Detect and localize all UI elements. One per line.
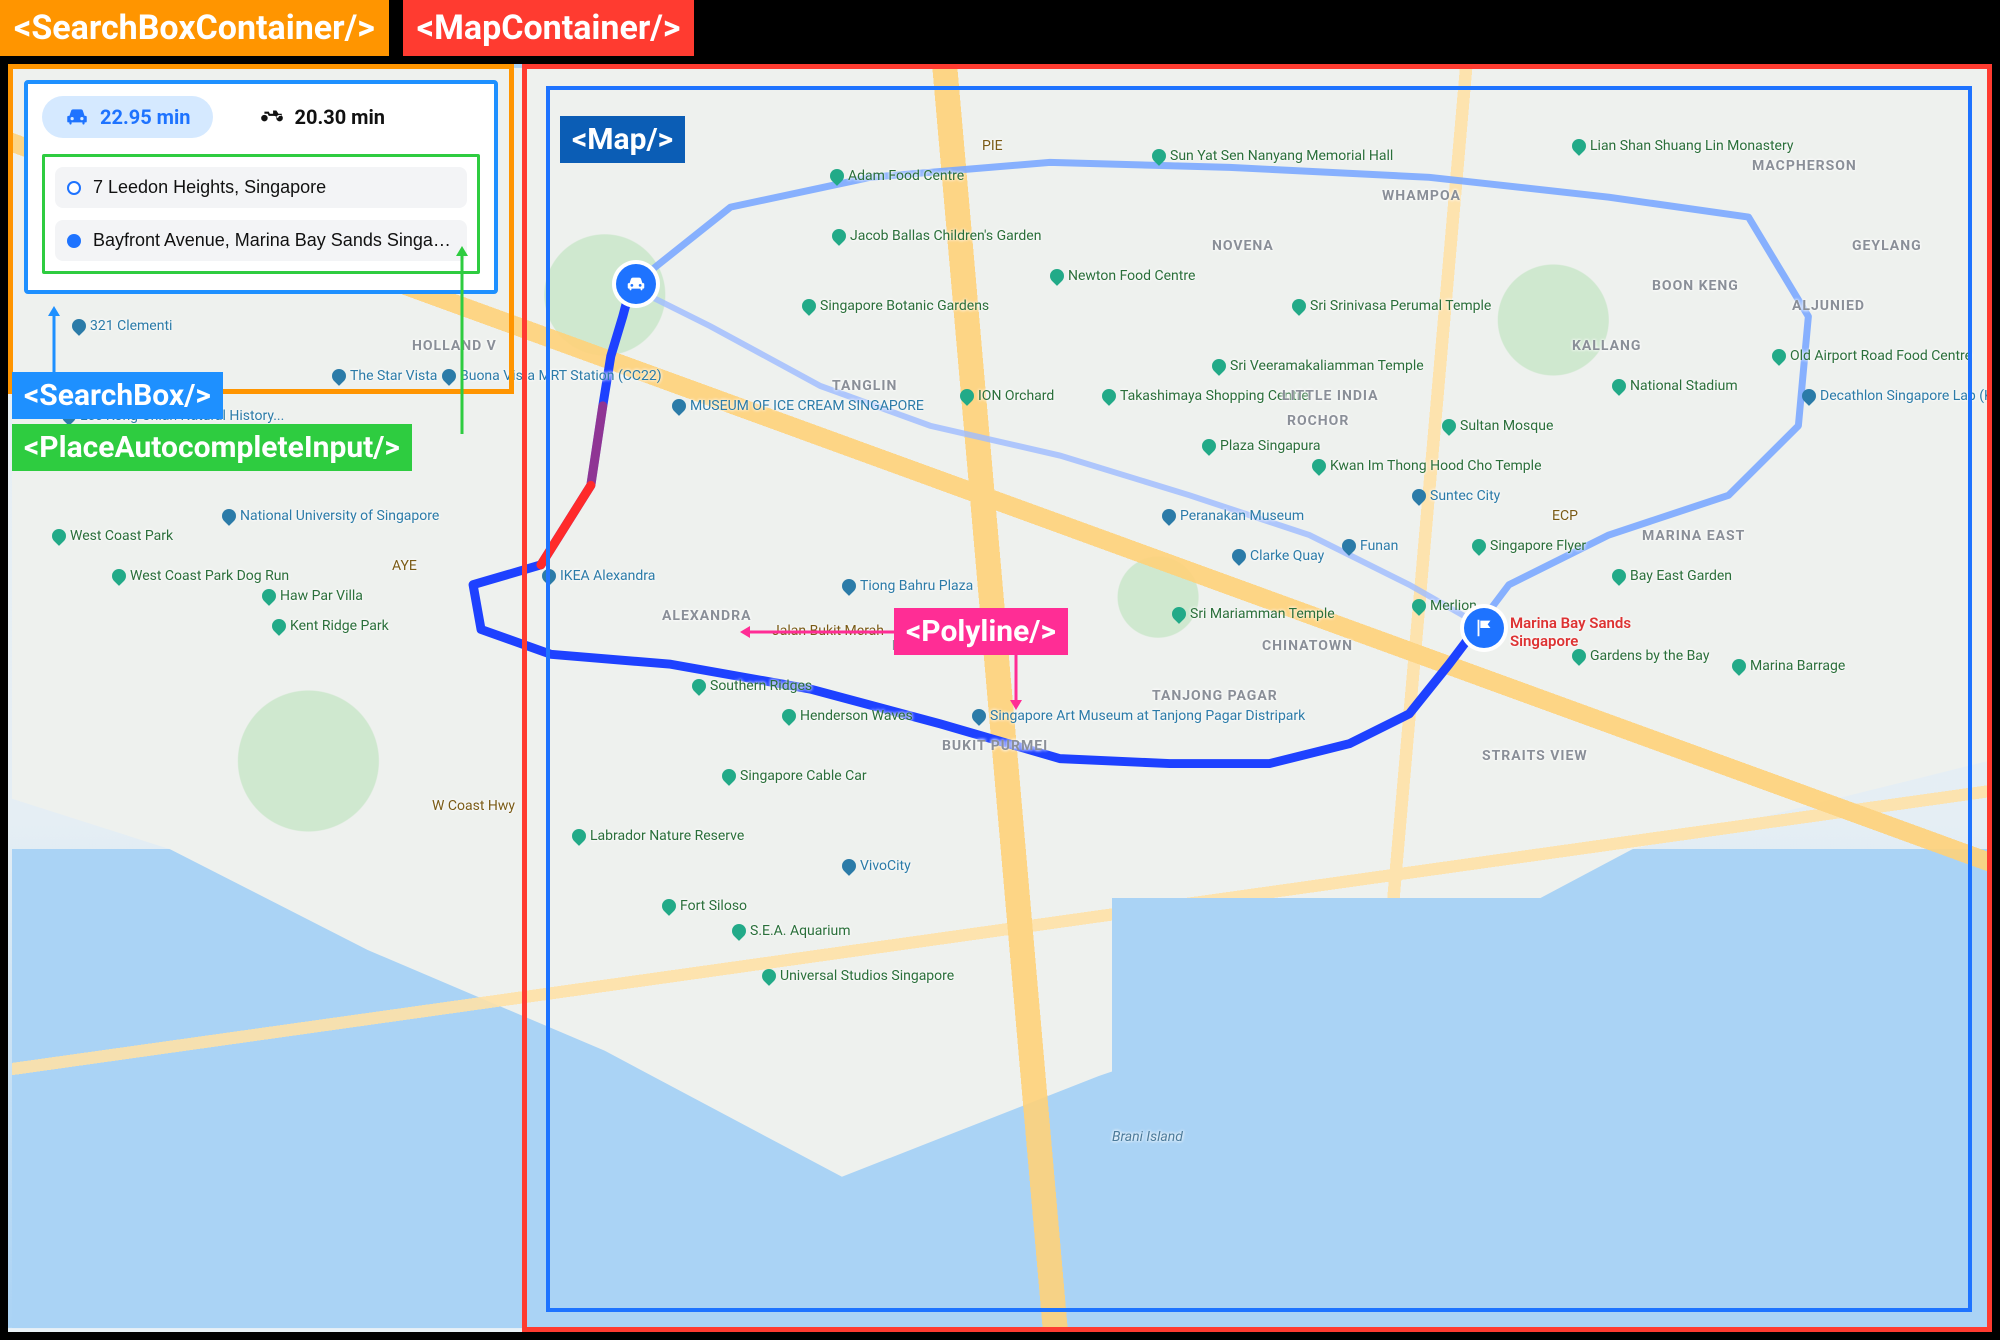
poi-southern-ridges[interactable]: Southern Ridges (692, 678, 812, 694)
district-geylang: GEYLANG (1852, 238, 1922, 254)
district-novena: NOVENA (1212, 238, 1274, 254)
label-searchbox: <SearchBox/> (12, 372, 223, 419)
destination-label: Marina Bay Sands Singapore (1510, 614, 1690, 650)
poi-jacob-ballas[interactable]: Jacob Ballas Children's Garden (832, 228, 1041, 244)
origin-row[interactable] (55, 167, 467, 208)
poi-plaza-sing[interactable]: Plaza Singapura (1202, 438, 1320, 454)
poi-peranakan[interactable]: Peranakan Museum (1162, 508, 1304, 524)
poi-nus[interactable]: National University of Singapore (222, 508, 439, 524)
label-map: <Map/> (560, 116, 685, 163)
label-polyline: <Polyline/> (894, 608, 1068, 655)
poi-sri-mariamman[interactable]: Sri Mariamman Temple (1172, 606, 1335, 622)
poi-brani: Brani Island (1112, 898, 1988, 1332)
poi-bay-east[interactable]: Bay East Garden (1612, 568, 1732, 584)
poi-old-airport[interactable]: Old Airport Road Food Centre (1772, 348, 1972, 364)
poi-west-coast-dog[interactable]: West Coast Park Dog Run (112, 568, 289, 584)
searchbox: 22.95 min 20.30 min (24, 80, 498, 294)
district-macpherson: MACPHERSON (1752, 158, 1857, 174)
district-chinatown: CHINATOWN (1262, 638, 1353, 654)
poi-star-vista[interactable]: The Star Vista (332, 368, 437, 384)
poi-veerama[interactable]: Sri Veeramakaliamman Temple (1212, 358, 1424, 374)
poi-fort-siloso[interactable]: Fort Siloso (662, 898, 747, 914)
district-bukit-purmei: BUKIT PURMEI (942, 738, 1048, 754)
origin-marker[interactable] (616, 264, 656, 304)
district-tanjong-pagar: TANJONG PAGAR (1152, 688, 1278, 704)
district-little-india: LITTLE INDIA (1282, 388, 1379, 404)
origin-dot-icon (67, 181, 81, 195)
poi-newton[interactable]: Newton Food Centre (1050, 268, 1195, 284)
motorcycle-icon (259, 104, 285, 130)
road-aye: AYE (392, 558, 417, 574)
place-autocomplete-group (42, 154, 480, 274)
poi-national-stadium[interactable]: National Stadium (1612, 378, 1738, 394)
arrow-searchbox (44, 306, 64, 380)
poi-decathlon[interactable]: Decathlon Singapore Lab (Kallang) (1802, 388, 1992, 404)
car-icon (625, 273, 647, 295)
poi-merlion[interactable]: Merlion (1412, 598, 1477, 614)
label-map-container: <MapContainer/> (403, 0, 695, 56)
poi-takashimaya[interactable]: Takashimaya Shopping Centre (1102, 388, 1309, 404)
flag-icon (1473, 617, 1495, 639)
destination-input[interactable] (93, 230, 455, 251)
poi-suntec[interactable]: Suntec City (1412, 488, 1500, 504)
district-tanglin: TANGLIN (832, 378, 897, 394)
poi-haw-par[interactable]: Haw Par Villa (262, 588, 363, 604)
poi-perumal[interactable]: Sri Srinivasa Perumal Temple (1292, 298, 1491, 314)
destination-marker[interactable] (1464, 608, 1504, 648)
poi-sultan-mosque[interactable]: Sultan Mosque (1442, 418, 1553, 434)
mode-car-time: 22.95 min (100, 105, 191, 129)
poi-gardens-bay[interactable]: Gardens by the Bay (1572, 648, 1709, 664)
poi-cable-car[interactable]: Singapore Cable Car (722, 768, 867, 784)
poi-kent-ridge[interactable]: Kent Ridge Park (272, 618, 389, 634)
district-marina-east: MARINA EAST (1642, 528, 1745, 544)
poi-botanic[interactable]: Singapore Botanic Gardens (802, 298, 989, 314)
poi-ice-cream[interactable]: MUSEUM OF ICE CREAM SINGAPORE (672, 398, 924, 414)
label-autocomplete: <PlaceAutocompleteInput/> (12, 424, 412, 471)
district-alexandra: ALEXANDRA (662, 608, 752, 624)
arrow-polyline-down (1006, 650, 1026, 714)
district-rochor: ROCHOR (1287, 413, 1349, 429)
mode-moto-pill[interactable]: 20.30 min (237, 96, 408, 138)
poi-clementi[interactable]: 321 Clementi (72, 318, 172, 334)
mode-car-pill[interactable]: 22.95 min (42, 96, 213, 138)
district-boon-keng: BOON KENG (1652, 278, 1739, 294)
district-kallang: KALLANG (1572, 338, 1641, 354)
poi-funan[interactable]: Funan (1342, 538, 1398, 554)
poi-henderson[interactable]: Henderson Waves (782, 708, 913, 724)
district-aljunied: ALJUNIED (1792, 298, 1865, 314)
road-w-coast-hwy: W Coast Hwy (432, 798, 515, 814)
poi-sun-yat-sen[interactable]: Sun Yat Sen Nanyang Memorial Hall (1152, 148, 1393, 164)
district-whampoa: WHAMPOA (1382, 188, 1461, 204)
label-searchbox-container: <SearchBoxContainer/> (0, 0, 389, 56)
arrow-autocomplete (452, 246, 472, 440)
destination-dot-icon (67, 234, 81, 248)
poi-lian-shan[interactable]: Lian Shan Shuang Lin Monastery (1572, 138, 1793, 154)
car-icon (64, 104, 90, 130)
poi-clarke-quay[interactable]: Clarke Quay (1232, 548, 1324, 564)
road-ecp: ECP (1552, 508, 1578, 524)
poi-universal[interactable]: Universal Studios Singapore (762, 968, 954, 984)
arrow-polyline-left (740, 622, 900, 646)
poi-marina-barrage[interactable]: Marina Barrage (1732, 658, 1845, 674)
poi-labrador[interactable]: Labrador Nature Reserve (572, 828, 744, 844)
poi-ikea[interactable]: IKEA Alexandra (542, 568, 655, 584)
poi-kwan-im[interactable]: Kwan Im Thong Hood Cho Temple (1312, 458, 1542, 474)
destination-row[interactable] (55, 220, 467, 261)
poi-sg-flyer[interactable]: Singapore Flyer (1472, 538, 1586, 554)
origin-input[interactable] (93, 177, 455, 198)
poi-sea-aquarium[interactable]: S.E.A. Aquarium (732, 923, 851, 939)
poi-ion[interactable]: ION Orchard (960, 388, 1054, 404)
poi-tiong-bahru[interactable]: Tiong Bahru Plaza (842, 578, 973, 594)
component-label-row: <SearchBoxContainer/> <MapContainer/> (0, 0, 2000, 56)
travel-mode-row: 22.95 min 20.30 min (42, 96, 480, 138)
poi-vivocity[interactable]: VivoCity (842, 858, 911, 874)
district-straits-view: STRAITS VIEW (1482, 748, 1588, 764)
poi-adam-food[interactable]: Adam Food Centre (830, 168, 964, 184)
mode-moto-time: 20.30 min (295, 105, 386, 129)
poi-buona-vista[interactable]: Buona Vista MRT Station (CC22) (442, 368, 662, 384)
road-pie: PIE (982, 138, 1003, 154)
poi-west-coast[interactable]: West Coast Park (52, 528, 173, 544)
